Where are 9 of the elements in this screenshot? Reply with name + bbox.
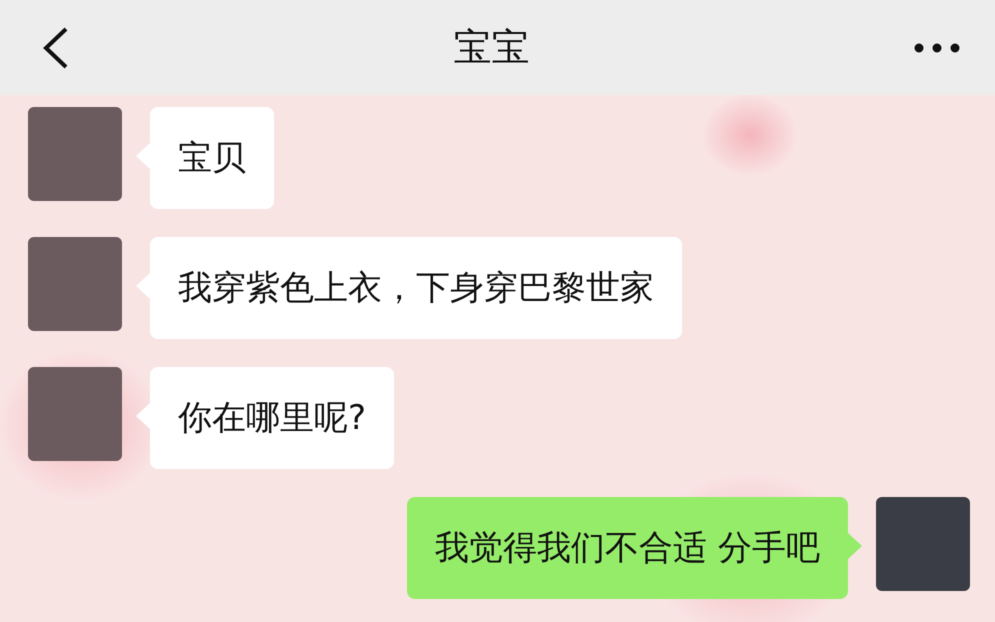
avatar-photo-placeholder[interactable] — [876, 497, 970, 591]
bubble-tail-icon — [136, 403, 150, 429]
avatar-photo-placeholder[interactable] — [28, 367, 122, 461]
bubble-tail-icon — [136, 143, 150, 169]
bubble-tail-icon — [136, 273, 150, 299]
bubble-tail-icon — [848, 533, 862, 559]
chat-title: 宝宝 — [454, 24, 530, 71]
avatar-photo-placeholder[interactable] — [28, 107, 122, 201]
avatar-photo-placeholder[interactable] — [28, 237, 122, 331]
